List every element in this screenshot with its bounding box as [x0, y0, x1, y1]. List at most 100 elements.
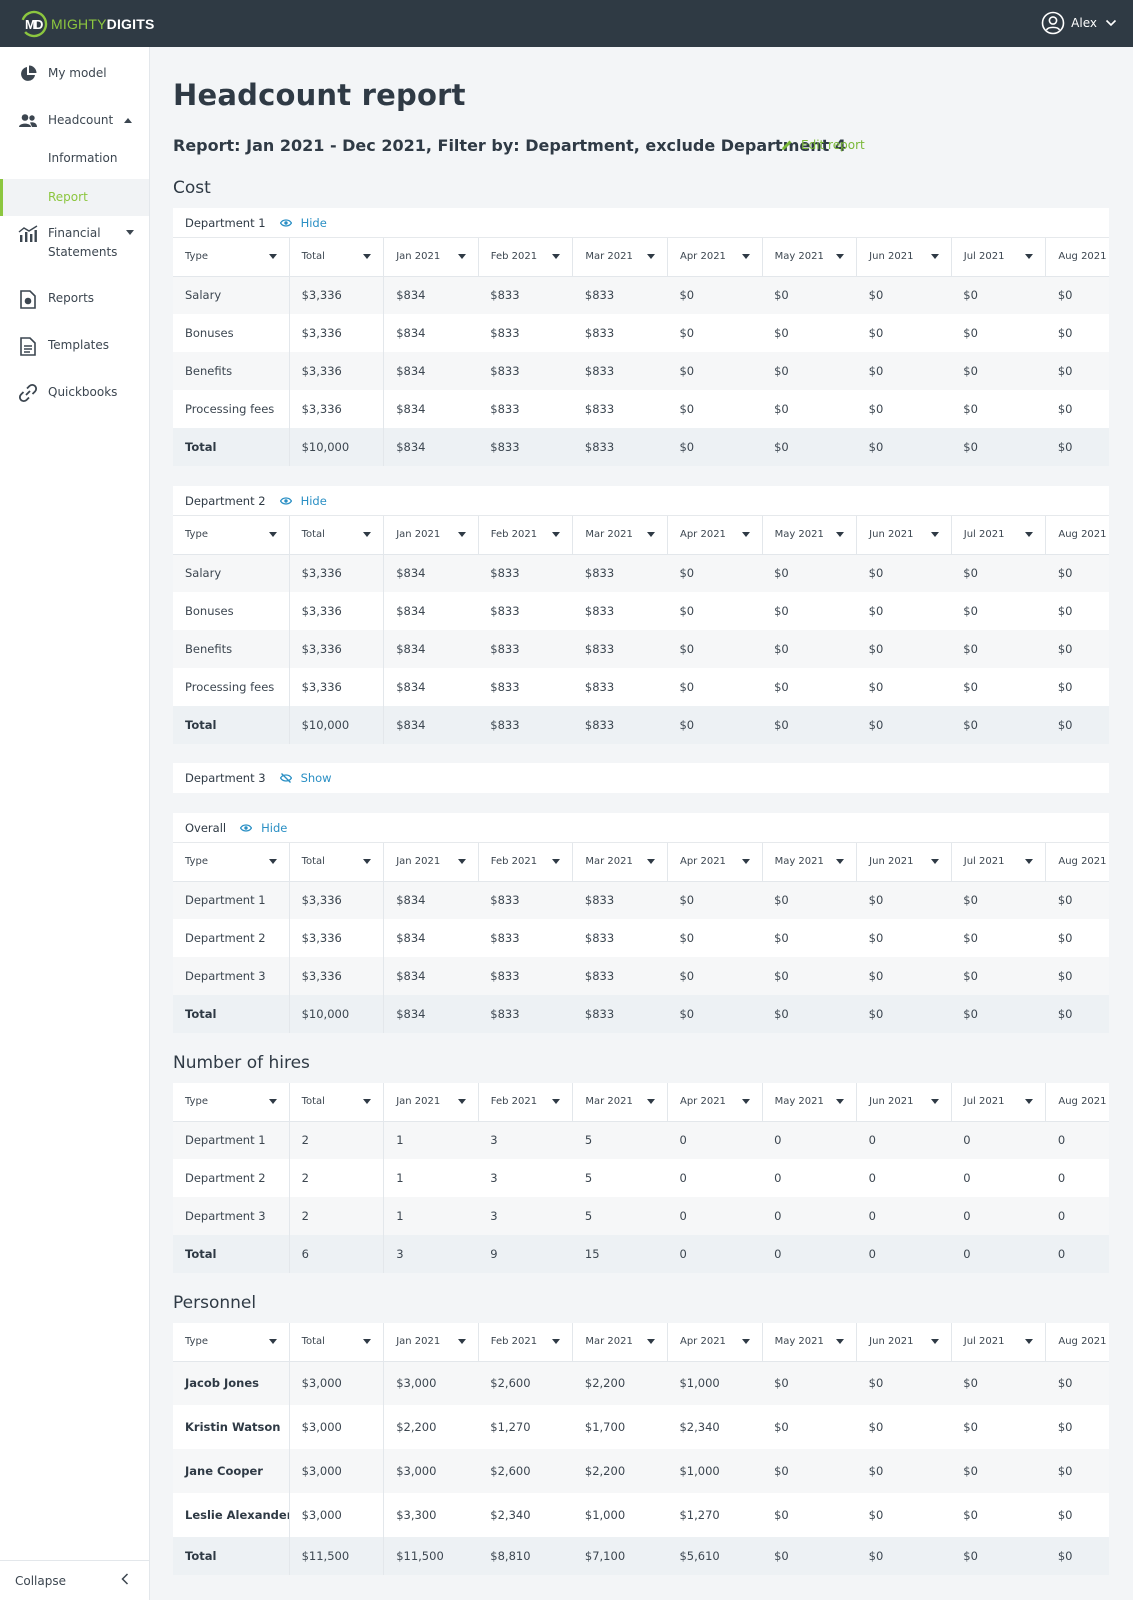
sort-caret-icon[interactable] — [646, 1099, 655, 1104]
sort-caret-icon[interactable] — [741, 1339, 750, 1344]
column-header[interactable]: May 2021 — [762, 1083, 858, 1122]
sort-caret-icon[interactable] — [836, 1339, 845, 1344]
sidebar-subitem-information[interactable]: Information — [0, 140, 149, 177]
sort-caret-icon[interactable] — [646, 254, 655, 259]
column-header[interactable]: Jan 2021 — [383, 238, 479, 277]
sort-caret-icon[interactable] — [268, 859, 277, 864]
column-header[interactable]: Jun 2021 — [856, 1323, 952, 1362]
sort-caret-icon[interactable] — [741, 532, 750, 537]
column-header[interactable]: Total — [289, 516, 385, 555]
sort-caret-icon[interactable] — [363, 254, 372, 259]
column-header[interactable]: Type — [173, 843, 290, 882]
sort-caret-icon[interactable] — [457, 859, 466, 864]
sort-caret-icon[interactable] — [1025, 1339, 1034, 1344]
sort-caret-icon[interactable] — [552, 1339, 561, 1344]
collapse-button[interactable]: Collapse — [0, 1560, 149, 1600]
edit-report-button[interactable]: Edit report — [781, 138, 865, 152]
sort-caret-icon[interactable] — [1025, 1099, 1034, 1104]
sort-caret-icon[interactable] — [552, 859, 561, 864]
sort-caret-icon[interactable] — [930, 254, 939, 259]
sort-caret-icon[interactable] — [268, 254, 277, 259]
column-header[interactable]: Jan 2021 — [383, 516, 479, 555]
column-header[interactable]: Total — [289, 1323, 385, 1362]
column-header[interactable]: Total — [289, 1083, 385, 1122]
sidebar-item-quickbooks[interactable]: Quickbooks — [0, 383, 149, 403]
column-header[interactable]: Apr 2021 — [667, 1323, 763, 1362]
sort-caret-icon[interactable] — [1025, 532, 1034, 537]
sidebar-item-financial-statements[interactable]: Financial Statements — [0, 224, 149, 262]
column-header[interactable]: Jan 2021 — [383, 1323, 479, 1362]
column-header[interactable]: Feb 2021 — [478, 1323, 574, 1362]
column-header[interactable]: Type — [173, 238, 290, 277]
column-header[interactable]: Type — [173, 1083, 290, 1122]
sort-caret-icon[interactable] — [363, 859, 372, 864]
column-header[interactable]: Jul 2021 — [951, 1323, 1047, 1362]
column-header[interactable]: Apr 2021 — [667, 516, 763, 555]
column-header[interactable]: Jan 2021 — [383, 1083, 479, 1122]
column-header[interactable]: Jun 2021 — [856, 238, 952, 277]
column-header[interactable]: Total — [289, 843, 385, 882]
logo[interactable]: M D MIGHTYDIGITS — [20, 10, 155, 38]
sidebar-item-templates[interactable]: Templates — [0, 336, 149, 356]
sort-caret-icon[interactable] — [646, 532, 655, 537]
column-header[interactable]: Apr 2021 — [667, 843, 763, 882]
column-header[interactable]: Jul 2021 — [951, 843, 1047, 882]
sort-caret-icon[interactable] — [363, 532, 372, 537]
sort-caret-icon[interactable] — [836, 532, 845, 537]
column-header[interactable]: Aug 2021 — [1045, 516, 1109, 555]
column-header[interactable]: Feb 2021 — [478, 238, 574, 277]
column-header[interactable]: Aug 2021 — [1045, 843, 1109, 882]
column-header[interactable]: Feb 2021 — [478, 843, 574, 882]
sort-caret-icon[interactable] — [1025, 254, 1034, 259]
column-header[interactable]: May 2021 — [762, 516, 858, 555]
column-header[interactable]: Aug 2021 — [1045, 1083, 1109, 1122]
sort-caret-icon[interactable] — [268, 1099, 277, 1104]
column-header[interactable]: Apr 2021 — [667, 1083, 763, 1122]
column-header[interactable]: Mar 2021 — [572, 1083, 668, 1122]
sort-caret-icon[interactable] — [1025, 859, 1034, 864]
sort-caret-icon[interactable] — [552, 1099, 561, 1104]
column-header[interactable]: Aug 2021 — [1045, 238, 1109, 277]
sidebar-item-reports[interactable]: Reports — [0, 289, 149, 309]
sort-caret-icon[interactable] — [646, 1339, 655, 1344]
column-header[interactable]: May 2021 — [762, 1323, 858, 1362]
sidebar-subitem-report[interactable]: Report — [0, 179, 149, 216]
column-header[interactable]: May 2021 — [762, 843, 858, 882]
sort-caret-icon[interactable] — [268, 532, 277, 537]
sort-caret-icon[interactable] — [930, 1339, 939, 1344]
hide-toggle[interactable]: Hide — [240, 821, 287, 835]
sort-caret-icon[interactable] — [363, 1339, 372, 1344]
sort-caret-icon[interactable] — [741, 859, 750, 864]
sort-caret-icon[interactable] — [930, 532, 939, 537]
column-header[interactable]: Jan 2021 — [383, 843, 479, 882]
user-menu[interactable]: Alex — [1041, 11, 1117, 35]
column-header[interactable]: May 2021 — [762, 238, 858, 277]
column-header[interactable]: Total — [289, 238, 385, 277]
sort-caret-icon[interactable] — [930, 1099, 939, 1104]
sort-caret-icon[interactable] — [741, 254, 750, 259]
hide-toggle[interactable]: Hide — [279, 494, 327, 508]
sort-caret-icon[interactable] — [457, 1099, 466, 1104]
sort-caret-icon[interactable] — [457, 254, 466, 259]
column-header[interactable]: Type — [173, 1323, 290, 1362]
sort-caret-icon[interactable] — [646, 859, 655, 864]
sort-caret-icon[interactable] — [552, 254, 561, 259]
sort-caret-icon[interactable] — [363, 1099, 372, 1104]
column-header[interactable]: Jul 2021 — [951, 516, 1047, 555]
column-header[interactable]: Mar 2021 — [572, 843, 668, 882]
column-header[interactable]: Mar 2021 — [572, 238, 668, 277]
sort-caret-icon[interactable] — [836, 254, 845, 259]
column-header[interactable]: Feb 2021 — [478, 516, 574, 555]
sort-caret-icon[interactable] — [457, 532, 466, 537]
column-header[interactable]: Mar 2021 — [572, 1323, 668, 1362]
column-header[interactable]: Jun 2021 — [856, 843, 952, 882]
sort-caret-icon[interactable] — [457, 1339, 466, 1344]
sidebar-item-my-model[interactable]: My model — [0, 64, 149, 84]
sidebar-item-headcount[interactable]: Headcount — [0, 111, 149, 131]
show-toggle[interactable]: Show — [279, 771, 332, 785]
column-header[interactable]: Apr 2021 — [667, 238, 763, 277]
column-header[interactable]: Jun 2021 — [856, 516, 952, 555]
column-header[interactable]: Mar 2021 — [572, 516, 668, 555]
hide-toggle[interactable]: Hide — [279, 216, 327, 230]
column-header[interactable]: Jul 2021 — [951, 238, 1047, 277]
